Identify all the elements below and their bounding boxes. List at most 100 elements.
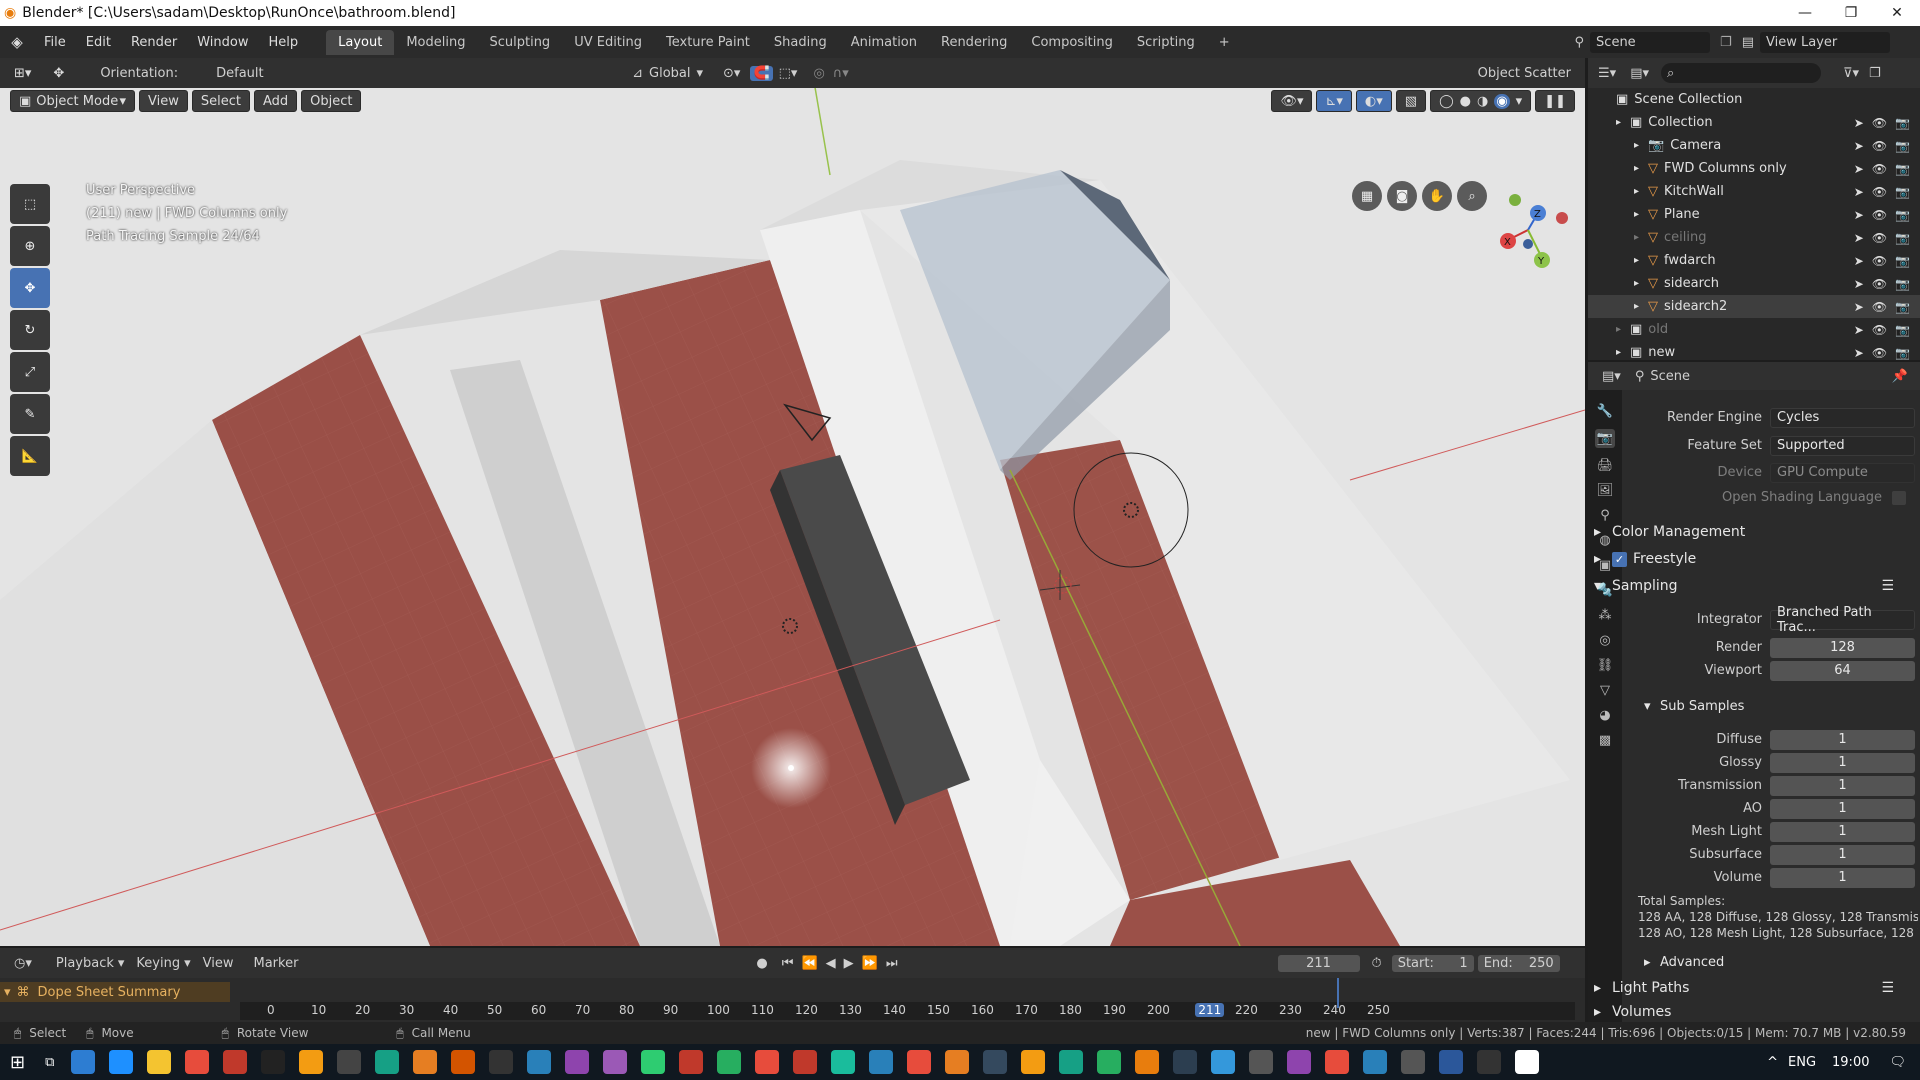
tray-chevron-icon[interactable]: ^ <box>1767 1055 1778 1070</box>
mode-dropdown[interactable]: ▣ Object Mode ▾ <box>10 90 135 112</box>
taskbar-app-icon[interactable] <box>1363 1050 1388 1074</box>
playhead[interactable] <box>1337 978 1339 1008</box>
3d-viewport[interactable]: User Perspective (211) new | FWD Columns… <box>0 58 1585 946</box>
global-dropdown[interactable]: ⊿ Global ▾ <box>626 64 709 83</box>
taskbar-app-icon[interactable] <box>1135 1050 1160 1074</box>
render-samples-field[interactable]: 128 <box>1770 637 1915 658</box>
taskbar-app-icon[interactable] <box>1097 1050 1122 1074</box>
scene-selector[interactable]: Scene <box>1590 31 1711 53</box>
select-arrow-icon[interactable]: ➤ <box>1854 323 1864 337</box>
outliner-item[interactable]: ▸ 📷 Camera ➤ 👁 📷 <box>1588 134 1920 157</box>
taskbar-app-icon[interactable] <box>1021 1050 1046 1074</box>
eye-icon[interactable]: 👁 <box>1872 254 1887 268</box>
select-menu[interactable]: Select <box>191 90 250 112</box>
render-camera-icon[interactable]: 📷 <box>1895 346 1910 360</box>
filter-icon[interactable]: ⊽▾ <box>1843 66 1859 81</box>
axis-gizmo[interactable]: X Z Y <box>1480 188 1580 268</box>
jump-end-icon[interactable]: ⏭ <box>886 956 898 971</box>
taskbar-app-icon[interactable] <box>223 1050 248 1074</box>
next-key-icon[interactable]: ⏩ <box>862 956 878 971</box>
maximize-button[interactable]: ❐ <box>1828 0 1874 26</box>
subsample-field[interactable]: 1 <box>1770 867 1915 888</box>
select-arrow-icon[interactable]: ➤ <box>1854 139 1864 153</box>
menu-window[interactable]: Window <box>187 35 258 50</box>
start-frame-field[interactable]: Start: 1 <box>1391 954 1474 972</box>
proportional-edit-icon[interactable]: ◎ <box>813 66 824 81</box>
eye-icon[interactable]: 👁 <box>1872 231 1887 245</box>
current-frame-field[interactable]: 211 <box>1277 954 1360 972</box>
light-paths-panel[interactable]: ▸ Light Paths ☰ <box>1594 976 1914 1000</box>
tab-shading[interactable]: Shading <box>762 30 839 55</box>
taskbar-app-icon[interactable] <box>1477 1050 1502 1074</box>
freestyle-checkbox[interactable]: ✓ <box>1612 551 1627 567</box>
render-camera-icon[interactable]: 📷 <box>1895 300 1910 314</box>
outliner-editor-icon[interactable]: ☰▾ <box>1598 66 1616 81</box>
tab-uv-editing[interactable]: UV Editing <box>562 30 654 55</box>
chevron-down-icon[interactable]: ▾ <box>1516 94 1523 109</box>
chevron-right-icon[interactable]: ▸ <box>1634 140 1648 151</box>
render-camera-icon[interactable]: 📷 <box>1895 162 1910 176</box>
chevron-right-icon[interactable]: ▸ <box>1634 255 1648 266</box>
select-arrow-icon[interactable]: ➤ <box>1854 300 1864 314</box>
taskbar-app-icon[interactable] <box>299 1050 324 1074</box>
snap-icon[interactable]: 🧲 <box>750 65 773 81</box>
advanced-panel[interactable]: ▸ Advanced <box>1644 950 1920 974</box>
visibility-icon[interactable]: 👁▾ <box>1271 90 1313 112</box>
add-menu[interactable]: Add <box>253 90 298 112</box>
subsample-field[interactable]: 1 <box>1770 798 1915 819</box>
dope-sheet-summary-channel[interactable]: ▾ ⌘ Dope Sheet Summary <box>0 982 230 1002</box>
gizmo-toggle-icon[interactable]: ⊾▾ <box>1316 90 1352 112</box>
transform-icon[interactable]: ✥ <box>53 66 64 81</box>
integrator-dropdown[interactable]: Branched Path Trac... <box>1770 605 1915 635</box>
keying-menu[interactable]: Keying <box>136 956 180 971</box>
shading-modes[interactable]: ◯ ● ◑ ◉ ▾ <box>1430 90 1532 112</box>
move-tool[interactable]: ✥ <box>10 268 50 308</box>
tab-layout[interactable]: Layout <box>326 29 395 55</box>
taskbar-app-icon[interactable] <box>1287 1050 1312 1074</box>
frame-ruler[interactable]: 0 10 20 30 40 50 60 70 80 90 100 110 120 130 140 150 160… <box>240 1002 1575 1020</box>
tab-compositing[interactable]: Compositing <box>1019 30 1125 55</box>
select-arrow-icon[interactable]: ➤ <box>1854 162 1864 176</box>
tab-texture-paint[interactable]: Texture Paint <box>654 30 762 55</box>
data-tab-icon[interactable]: ▽ <box>1600 683 1610 698</box>
outliner-item[interactable]: ▸ ▽ ceiling ➤ 👁 📷 <box>1588 226 1920 249</box>
taskbar-app-icon[interactable] <box>679 1050 704 1074</box>
taskbar-app-icon[interactable] <box>527 1050 552 1074</box>
new-scene-icon[interactable]: ❐ <box>1720 35 1732 50</box>
taskbar-app-icon[interactable] <box>983 1050 1008 1074</box>
snap-target-icon[interactable]: ⬚▾ <box>779 66 798 81</box>
menu-help[interactable]: Help <box>259 35 309 50</box>
rendered-icon[interactable]: ◉ <box>1494 93 1510 109</box>
taskbar-app-icon[interactable] <box>1249 1050 1274 1074</box>
subsample-field[interactable]: 1 <box>1770 729 1915 750</box>
eye-icon[interactable]: 👁 <box>1872 346 1887 360</box>
feature-set-dropdown[interactable]: Supported <box>1770 435 1915 456</box>
presets-list-icon[interactable]: ☰ <box>1881 980 1894 996</box>
language-indicator[interactable]: ENG <box>1788 1055 1816 1070</box>
taskbar-app-icon[interactable] <box>261 1050 286 1074</box>
overlay-toggle-icon[interactable]: ◐▾ <box>1355 90 1392 112</box>
taskbar-app-icon[interactable] <box>185 1050 210 1074</box>
solid-icon[interactable]: ● <box>1460 94 1471 109</box>
select-arrow-icon[interactable]: ➤ <box>1854 346 1864 360</box>
view-layer-selector[interactable]: View Layer <box>1760 31 1890 53</box>
tool-tab-icon[interactable]: 🔧 <box>1597 404 1613 419</box>
orientation-dropdown[interactable]: Default <box>192 63 297 83</box>
blender-menu-icon[interactable]: ◈ <box>0 33 34 51</box>
chevron-right-icon[interactable]: ▸ <box>1634 163 1648 174</box>
chevron-right-icon[interactable]: ▸ <box>1616 347 1630 358</box>
render-camera-icon[interactable]: 📷 <box>1895 208 1910 222</box>
select-arrow-icon[interactable]: ➤ <box>1854 208 1864 222</box>
chevron-right-icon[interactable]: ▸ <box>1634 209 1648 220</box>
outliner-item[interactable]: ▸ ▣ new ➤ 👁 📷 <box>1588 341 1920 364</box>
chevron-right-icon[interactable]: ▸ <box>1634 186 1648 197</box>
taskbar-app-icon[interactable] <box>147 1050 172 1074</box>
chevron-right-icon[interactable]: ▸ <box>1616 117 1630 128</box>
outliner-item[interactable]: ▸ ▽ sidearch2 ➤ 👁 📷 <box>1588 295 1920 318</box>
select-arrow-icon[interactable]: ➤ <box>1854 231 1864 245</box>
outliner-item[interactable]: ▸ ▣ Collection ➤ 👁 📷 <box>1588 111 1920 134</box>
particles-tab-icon[interactable]: ⁂ <box>1599 608 1612 623</box>
device-dropdown[interactable]: GPU Compute <box>1770 462 1915 483</box>
pan-hand-icon[interactable]: ✋ <box>1422 181 1452 211</box>
subsample-field[interactable]: 1 <box>1770 752 1915 773</box>
